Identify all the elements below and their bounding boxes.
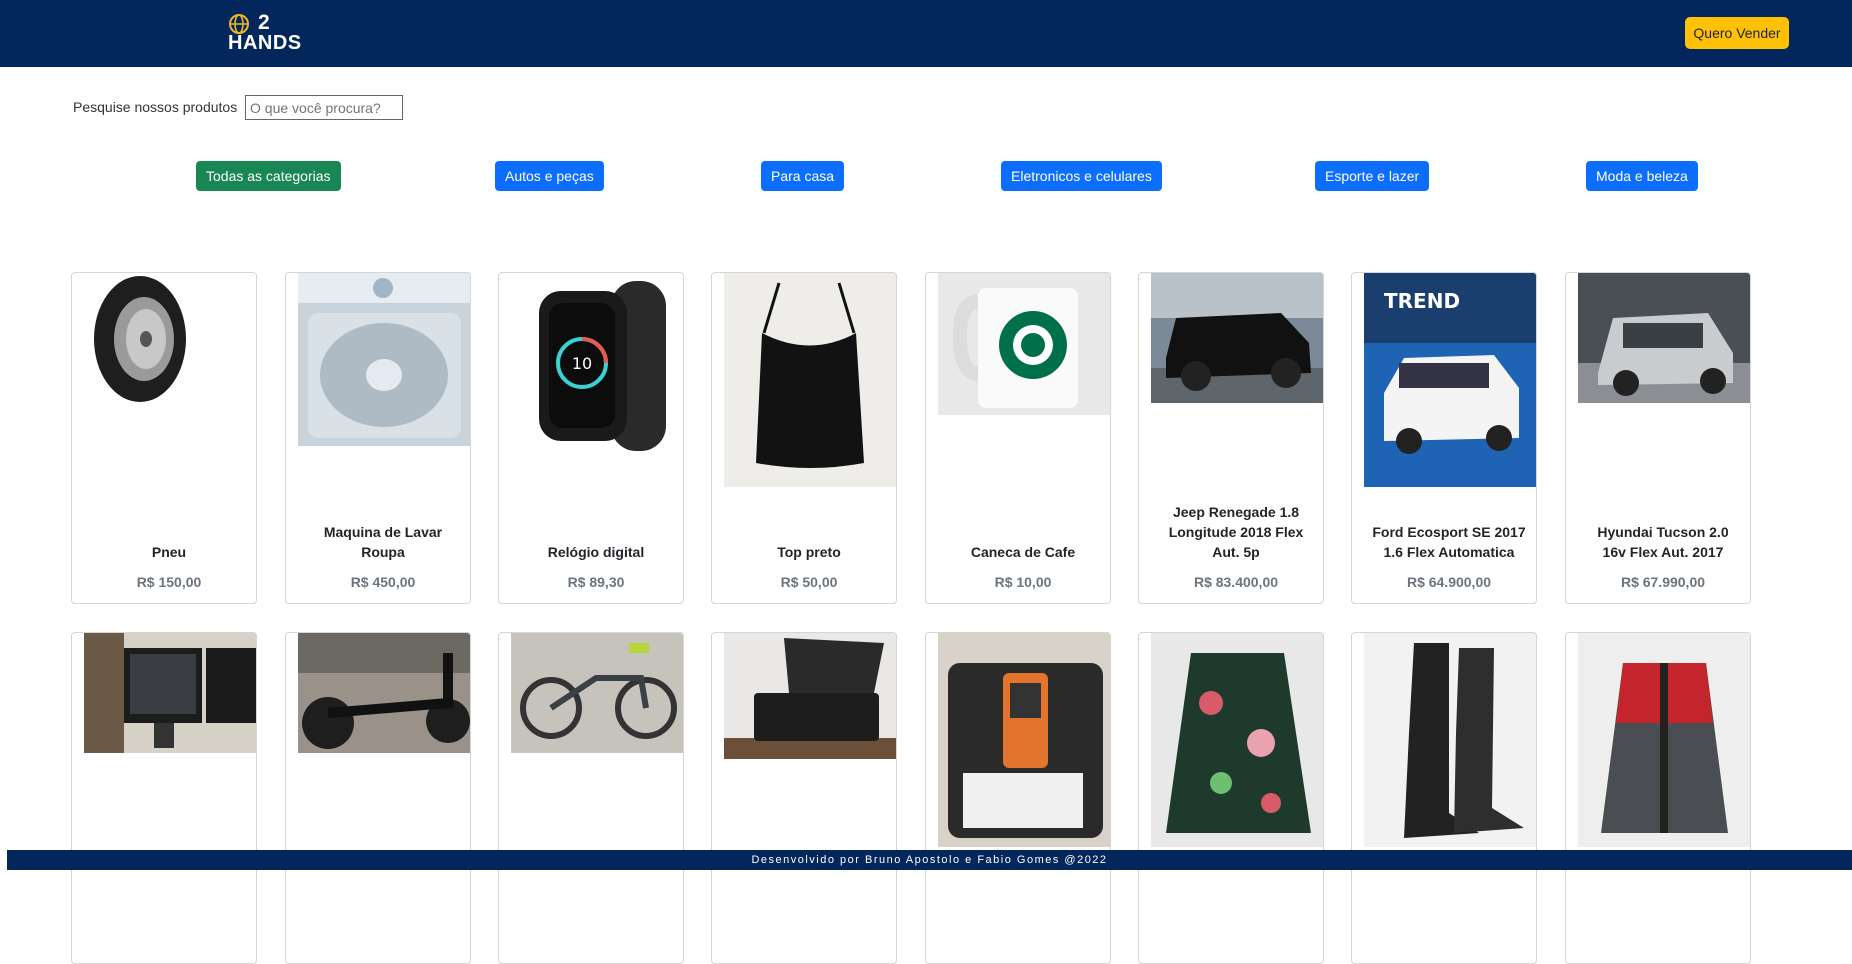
product-card[interactable] xyxy=(498,632,684,964)
product-image-balance-bike xyxy=(511,633,683,753)
svg-text:10: 10 xyxy=(572,354,592,373)
product-card[interactable] xyxy=(925,632,1111,964)
product-card[interactable]: Top preto R$ 50,00 xyxy=(711,272,897,604)
navbar: 2 HANDS Quero Vender xyxy=(0,0,1852,67)
product-card[interactable] xyxy=(71,632,257,964)
search-label: Pesquise nossos produtos xyxy=(73,99,238,115)
product-card[interactable]: TREND Ford Ecosport SE 2017 1.6 Flex Aut… xyxy=(1351,272,1537,604)
product-price: R$ 67.990,00 xyxy=(1620,574,1706,590)
sell-button[interactable]: Quero Vender xyxy=(1685,17,1789,49)
product-card[interactable] xyxy=(1138,632,1324,964)
product-image-ford-ecosport: TREND xyxy=(1364,273,1536,487)
product-price: R$ 150,00 xyxy=(136,574,202,590)
product-card[interactable]: Hyundai Tucson 2.0 16v Flex Aut. 2017 R$… xyxy=(1565,272,1751,604)
footer-credits: Desenvolvido por Bruno Apostolo e Fabio … xyxy=(751,854,1108,866)
product-image-black-boots xyxy=(1364,633,1536,847)
logo-text-line1: 2 xyxy=(258,11,270,34)
product-title: Top preto xyxy=(777,544,841,560)
logo-text-line2: HANDS xyxy=(228,32,302,54)
product-image-diagnostic-scanner xyxy=(938,633,1110,847)
product-image-black-top xyxy=(724,273,896,487)
product-title: Ford Ecosport SE 2017 1.6 Flex Automatic… xyxy=(1372,524,1526,560)
search-input[interactable] xyxy=(245,95,403,120)
product-price: R$ 89,30 xyxy=(567,574,625,590)
product-title: Hyundai Tucson 2.0 16v Flex Aut. 2017 xyxy=(1597,524,1729,560)
product-price: R$ 64.900,00 xyxy=(1406,574,1492,590)
product-card[interactable] xyxy=(1351,632,1537,964)
product-price: R$ 83.400,00 xyxy=(1193,574,1279,590)
product-image-hyundai-tucson xyxy=(1578,273,1750,403)
product-image-jeep-renegade xyxy=(1151,273,1323,403)
product-card[interactable] xyxy=(1565,632,1751,964)
product-card[interactable] xyxy=(711,632,897,964)
footer: Desenvolvido por Bruno Apostolo e Fabio … xyxy=(7,850,1852,870)
product-card[interactable]: 10 Relógio digital R$ 89,30 xyxy=(498,272,684,604)
product-price: R$ 10,00 xyxy=(994,574,1052,590)
product-image-starbucks-mug xyxy=(938,273,1110,415)
product-image-floral-jacket xyxy=(1151,633,1323,847)
category-autos-button[interactable]: Autos e peças xyxy=(495,161,604,191)
product-card[interactable]: Maquina de Lavar Roupa R$ 450,00 xyxy=(285,272,471,604)
svg-text:TREND: TREND xyxy=(1384,289,1460,313)
product-title: Jeep Renegade 1.8 Longitude 2018 Flex Au… xyxy=(1168,504,1304,560)
product-title: Caneca de Cafe xyxy=(970,544,1076,560)
category-home-button[interactable]: Para casa xyxy=(761,161,845,191)
product-price: R$ 50,00 xyxy=(780,574,838,590)
category-fashion-button[interactable]: Moda e beleza xyxy=(1586,161,1698,191)
product-image-tire xyxy=(84,273,256,403)
product-image-monitors xyxy=(84,633,256,753)
product-price: R$ 450,00 xyxy=(350,574,416,590)
product-card[interactable]: Pneu R$ 150,00 xyxy=(71,272,257,604)
product-card[interactable]: Jeep Renegade 1.8 Longitude 2018 Flex Au… xyxy=(1138,272,1324,604)
product-image-printer xyxy=(724,633,896,759)
product-title: Maquina de Lavar Roupa xyxy=(323,524,443,560)
category-sports-button[interactable]: Esporte e lazer xyxy=(1315,161,1430,191)
category-all-button[interactable]: Todas as categorias xyxy=(196,161,341,191)
product-card[interactable] xyxy=(285,632,471,964)
product-image-scooter xyxy=(298,633,470,753)
product-image-red-jacket xyxy=(1578,633,1750,847)
product-title: Pneu xyxy=(151,544,187,560)
category-electronics-button[interactable]: Eletronicos e celulares xyxy=(1001,161,1162,191)
product-card[interactable]: Caneca de Cafe R$ 10,00 xyxy=(925,272,1111,604)
product-title: Relógio digital xyxy=(547,544,645,560)
product-image-smartwatch: 10 xyxy=(511,273,683,463)
product-image-washing-machine xyxy=(298,273,470,446)
